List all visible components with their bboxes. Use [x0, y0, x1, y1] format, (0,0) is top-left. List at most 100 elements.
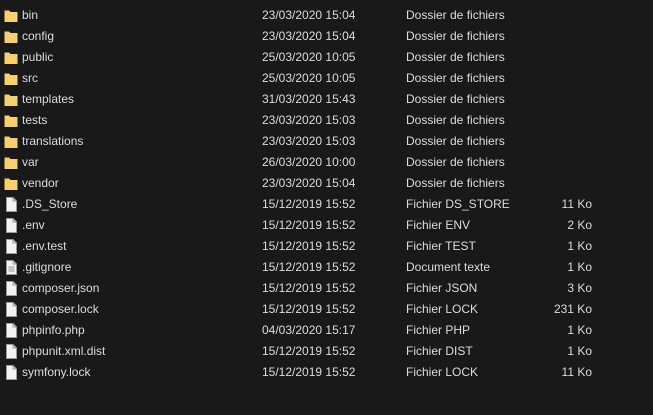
- file-size: 11 Ko: [561, 197, 592, 211]
- file-date-modified: 26/03/2020 10:00: [262, 155, 356, 169]
- file-type: Fichier PHP: [406, 323, 471, 337]
- file-list: bin 23/03/2020 15:04 Dossier de fichiers…: [0, 5, 653, 383]
- file-type: Dossier de fichiers: [406, 176, 505, 190]
- file-name: public: [22, 50, 54, 64]
- file-type: Fichier JSON: [406, 281, 478, 295]
- file-type: Dossier de fichiers: [406, 113, 505, 127]
- file-date-modified: 15/12/2019 15:52: [262, 302, 356, 316]
- file-name: symfony.lock: [22, 365, 91, 379]
- folder-icon: [4, 155, 18, 170]
- file-name: var: [22, 155, 39, 169]
- folder-icon: [4, 134, 18, 149]
- file-name: tests: [22, 113, 48, 127]
- file-icon: [4, 218, 18, 233]
- file-icon: [4, 239, 18, 254]
- file-name: translations: [22, 134, 84, 148]
- file-type: Dossier de fichiers: [406, 71, 505, 85]
- file-date-modified: 15/12/2019 15:52: [262, 218, 356, 232]
- file-type: Dossier de fichiers: [406, 50, 505, 64]
- file-date-modified: 31/03/2020 15:43: [262, 92, 356, 106]
- file-date-modified: 15/12/2019 15:52: [262, 365, 356, 379]
- file-name: phpinfo.php: [22, 323, 85, 337]
- file-icon: [4, 302, 18, 317]
- file-row[interactable]: .DS_Store 15/12/2019 15:52 Fichier DS_ST…: [0, 194, 653, 215]
- file-name: bin: [22, 8, 39, 22]
- file-date-modified: 23/03/2020 15:04: [262, 29, 356, 43]
- file-row[interactable]: symfony.lock 15/12/2019 15:52 Fichier LO…: [0, 362, 653, 383]
- file-size: 1 Ko: [567, 344, 592, 358]
- text-file-icon: [4, 260, 18, 275]
- file-size: 11 Ko: [561, 365, 592, 379]
- file-type: Dossier de fichiers: [406, 155, 505, 169]
- file-size: 1 Ko: [567, 323, 592, 337]
- file-name: config: [22, 29, 55, 43]
- file-row[interactable]: composer.json 15/12/2019 15:52 Fichier J…: [0, 278, 653, 299]
- file-row[interactable]: public 25/03/2020 10:05 Dossier de fichi…: [0, 47, 653, 68]
- file-name: .env: [22, 218, 45, 232]
- file-row[interactable]: composer.lock 15/12/2019 15:52 Fichier L…: [0, 299, 653, 320]
- file-date-modified: 15/12/2019 15:52: [262, 197, 356, 211]
- file-row[interactable]: phpunit.xml.dist 15/12/2019 15:52 Fichie…: [0, 341, 653, 362]
- file-row[interactable]: .env.test 15/12/2019 15:52 Fichier TEST …: [0, 236, 653, 257]
- folder-icon: [4, 8, 18, 23]
- file-date-modified: 15/12/2019 15:52: [262, 239, 356, 253]
- file-type: Dossier de fichiers: [406, 8, 505, 22]
- file-row[interactable]: config 23/03/2020 15:04 Dossier de fichi…: [0, 26, 653, 47]
- folder-icon: [4, 71, 18, 86]
- folder-icon: [4, 92, 18, 107]
- file-row[interactable]: tests 23/03/2020 15:03 Dossier de fichie…: [0, 110, 653, 131]
- file-type: Fichier ENV: [406, 218, 471, 232]
- file-type: Fichier LOCK: [406, 302, 479, 316]
- file-date-modified: 04/03/2020 15:17: [262, 323, 356, 337]
- file-date-modified: 15/12/2019 15:52: [262, 260, 356, 274]
- file-type: Document texte: [406, 260, 491, 274]
- file-row[interactable]: var 26/03/2020 10:00 Dossier de fichiers: [0, 152, 653, 173]
- file-name: src: [22, 71, 38, 85]
- file-row[interactable]: .env 15/12/2019 15:52 Fichier ENV 2 Ko: [0, 215, 653, 236]
- folder-icon: [4, 50, 18, 65]
- file-date-modified: 15/12/2019 15:52: [262, 344, 356, 358]
- file-type: Dossier de fichiers: [406, 92, 505, 106]
- file-type: Fichier DS_STORE: [406, 197, 510, 211]
- file-size: 3 Ko: [567, 281, 592, 295]
- file-row[interactable]: translations 23/03/2020 15:03 Dossier de…: [0, 131, 653, 152]
- file-icon: [4, 365, 18, 380]
- file-size: 1 Ko: [567, 260, 592, 274]
- file-type: Dossier de fichiers: [406, 134, 505, 148]
- folder-icon: [4, 29, 18, 44]
- file-row[interactable]: bin 23/03/2020 15:04 Dossier de fichiers: [0, 5, 653, 26]
- folder-icon: [4, 176, 18, 191]
- file-type: Dossier de fichiers: [406, 29, 505, 43]
- file-name: phpunit.xml.dist: [22, 344, 106, 358]
- file-size: 2 Ko: [567, 218, 592, 232]
- file-name: .gitignore: [22, 260, 72, 274]
- file-date-modified: 23/03/2020 15:04: [262, 176, 356, 190]
- file-icon: [4, 197, 18, 212]
- file-type: Fichier DIST: [406, 344, 473, 358]
- file-type: Fichier TEST: [406, 239, 476, 253]
- file-row[interactable]: .gitignore 15/12/2019 15:52 Document tex…: [0, 257, 653, 278]
- file-row[interactable]: src 25/03/2020 10:05 Dossier de fichiers: [0, 68, 653, 89]
- file-date-modified: 25/03/2020 10:05: [262, 71, 356, 85]
- folder-icon: [4, 113, 18, 128]
- file-icon: [4, 344, 18, 359]
- file-type: Fichier LOCK: [406, 365, 479, 379]
- file-date-modified: 23/03/2020 15:04: [262, 8, 356, 22]
- file-name: .DS_Store: [22, 197, 78, 211]
- file-row[interactable]: phpinfo.php 04/03/2020 15:17 Fichier PHP…: [0, 320, 653, 341]
- file-name: composer.json: [22, 281, 100, 295]
- file-icon: [4, 281, 18, 296]
- file-name: vendor: [22, 176, 59, 190]
- file-name: templates: [22, 92, 75, 106]
- file-date-modified: 15/12/2019 15:52: [262, 281, 356, 295]
- file-row[interactable]: templates 31/03/2020 15:43 Dossier de fi…: [0, 89, 653, 110]
- file-name: .env.test: [22, 239, 67, 253]
- file-date-modified: 23/03/2020 15:03: [262, 134, 356, 148]
- file-date-modified: 25/03/2020 10:05: [262, 50, 356, 64]
- file-size: 231 Ko: [553, 302, 592, 316]
- file-date-modified: 23/03/2020 15:03: [262, 113, 356, 127]
- file-size: 1 Ko: [567, 239, 592, 253]
- file-row[interactable]: vendor 23/03/2020 15:04 Dossier de fichi…: [0, 173, 653, 194]
- file-name: composer.lock: [22, 302, 99, 316]
- file-icon: [4, 323, 18, 338]
